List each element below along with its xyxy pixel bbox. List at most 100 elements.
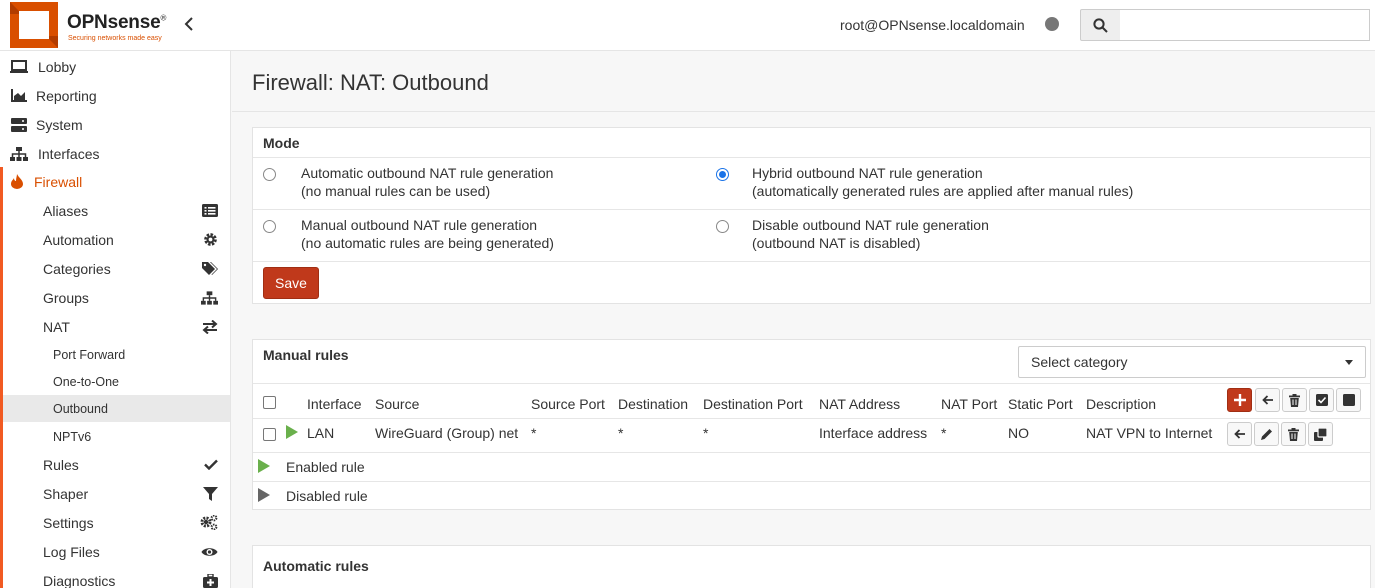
col-description: Description: [1086, 396, 1157, 412]
radio-automatic[interactable]: [263, 168, 276, 181]
top-bar: OPNsense® Securing networks made easy ro…: [0, 0, 1375, 51]
option-manual-label[interactable]: Manual outbound NAT rule generation (no …: [301, 216, 554, 252]
col-destination-port: Destination Port: [703, 396, 803, 412]
sidebar-item-groups[interactable]: Groups: [3, 283, 230, 312]
search-icon: [1093, 17, 1108, 33]
firewall-submenu: Aliases Automation Categories Groups NAT…: [0, 167, 230, 588]
delete-selected-button[interactable]: [1282, 388, 1307, 412]
cell-description: NAT VPN to Internet: [1086, 425, 1213, 441]
sidebar-item-settings[interactable]: Settings: [3, 508, 230, 537]
sidebar-item-log-files[interactable]: Log Files: [3, 537, 230, 566]
sidebar-item-shaper[interactable]: Shaper: [3, 479, 230, 508]
medkit-icon: [203, 573, 218, 588]
legend-disabled: Disabled rule: [286, 488, 368, 504]
title-divider: [232, 111, 1375, 112]
caret-down-icon: [1345, 360, 1353, 365]
radio-disable[interactable]: [716, 220, 729, 233]
square-icon: [1342, 394, 1355, 406]
plus-icon: [1233, 394, 1246, 406]
laptop-icon: [10, 60, 28, 74]
cell-interface: LAN: [307, 425, 335, 441]
col-source-port: Source Port: [531, 396, 605, 412]
filter-icon: [203, 486, 218, 501]
clone-rule-button[interactable]: [1308, 422, 1333, 446]
col-interface: Interface: [307, 396, 362, 412]
enable-selected-button[interactable]: [1309, 388, 1334, 412]
exchange-icon: [202, 319, 218, 334]
sidebar-item-diagnostics[interactable]: Diagnostics: [3, 566, 230, 588]
mode-divider: [253, 261, 1370, 262]
header-divider: [253, 383, 1370, 384]
radio-hybrid[interactable]: [716, 168, 729, 181]
tags-icon: [202, 261, 218, 275]
sidebar-item-nptv6[interactable]: NPTv6: [3, 423, 230, 450]
manual-rules-heading: Manual rules: [263, 347, 349, 363]
option-disable-label[interactable]: Disable outbound NAT rule generation (ou…: [752, 216, 989, 252]
delete-rule-button[interactable]: [1281, 422, 1306, 446]
mode-heading: Mode: [263, 135, 300, 151]
option-automatic-label[interactable]: Automatic outbound NAT rule generation (…: [301, 164, 553, 200]
enabled-legend-icon: [258, 459, 270, 473]
col-static-port: Static Port: [1008, 396, 1073, 412]
col-nat-address: NAT Address: [819, 396, 901, 412]
col-nat-port: NAT Port: [941, 396, 998, 412]
sidebar-item-automation[interactable]: Automation: [3, 225, 230, 254]
clone-icon: [1314, 427, 1327, 441]
mode-row-2: Manual outbound NAT rule generation (no …: [253, 209, 1370, 261]
edit-rule-button[interactable]: [1254, 422, 1279, 446]
collapse-sidebar-icon[interactable]: [184, 16, 194, 37]
check-icon: [204, 459, 218, 470]
sidebar-item-aliases[interactable]: Aliases: [3, 196, 230, 225]
save-button[interactable]: Save: [263, 267, 319, 299]
move-rule-button[interactable]: [1227, 422, 1252, 446]
disable-selected-button[interactable]: [1336, 388, 1361, 412]
move-selected-button[interactable]: [1255, 388, 1280, 412]
cell-static-port: NO: [1008, 425, 1029, 441]
cell-destination: *: [618, 425, 624, 441]
sidebar-item-nat[interactable]: NAT: [3, 312, 230, 341]
opnsense-logo[interactable]: [10, 2, 58, 48]
search-input[interactable]: [1120, 9, 1370, 41]
list-alt-icon: [202, 204, 218, 217]
arrow-left-icon: [1261, 395, 1273, 405]
sidebar: Lobby Reporting System Interfaces Firewa…: [0, 51, 231, 588]
manual-rules-panel: Manual rules Select category Interface S…: [252, 339, 1371, 510]
sidebar-item-one-to-one[interactable]: One-to-One: [3, 368, 230, 395]
legend-enabled: Enabled rule: [286, 459, 365, 475]
sidebar-item-system[interactable]: System: [0, 110, 230, 139]
sidebar-item-interfaces[interactable]: Interfaces: [0, 139, 230, 168]
sitemap-icon: [10, 146, 28, 161]
search-button[interactable]: [1080, 9, 1121, 41]
row-checkbox[interactable]: [263, 428, 276, 441]
col-destination: Destination: [618, 396, 689, 412]
automatic-rules-heading: Automatic rules: [263, 558, 369, 574]
mode-row-1: Automatic outbound NAT rule generation (…: [253, 157, 1370, 209]
sidebar-item-reporting[interactable]: Reporting: [0, 81, 230, 110]
category-select[interactable]: Select category: [1018, 346, 1366, 378]
disabled-legend-icon: [258, 488, 270, 502]
cog-icon: [204, 233, 217, 246]
select-all-checkbox[interactable]: [263, 396, 276, 409]
col-source: Source: [375, 396, 420, 412]
area-chart-icon: [10, 89, 28, 103]
cell-nat-port: *: [941, 425, 947, 441]
brand-tagline: Securing networks made easy: [68, 35, 162, 42]
radio-manual[interactable]: [263, 220, 276, 233]
sidebar-item-port-forward[interactable]: Port Forward: [3, 341, 230, 368]
sidebar-item-outbound[interactable]: Outbound: [3, 395, 230, 422]
sidebar-item-categories[interactable]: Categories: [3, 254, 230, 283]
add-rule-button[interactable]: [1227, 388, 1252, 412]
cell-source-port: *: [531, 425, 537, 441]
row-divider: [253, 452, 1370, 453]
row-divider: [253, 481, 1370, 482]
sidebar-item-rules[interactable]: Rules: [3, 450, 230, 479]
arrow-left-icon: [1233, 429, 1245, 439]
page-title: Firewall: NAT: Outbound: [252, 70, 489, 95]
enabled-rule-icon[interactable]: [286, 425, 298, 439]
sidebar-item-lobby[interactable]: Lobby: [0, 52, 230, 81]
option-hybrid-label[interactable]: Hybrid outbound NAT rule generation (aut…: [752, 164, 1133, 200]
sitemap-icon: [201, 290, 218, 305]
user-menu[interactable]: root@OPNsense.localdomain: [840, 17, 1025, 33]
cell-source: WireGuard (Group) net: [375, 425, 519, 441]
status-indicator-icon[interactable]: [1045, 17, 1059, 31]
